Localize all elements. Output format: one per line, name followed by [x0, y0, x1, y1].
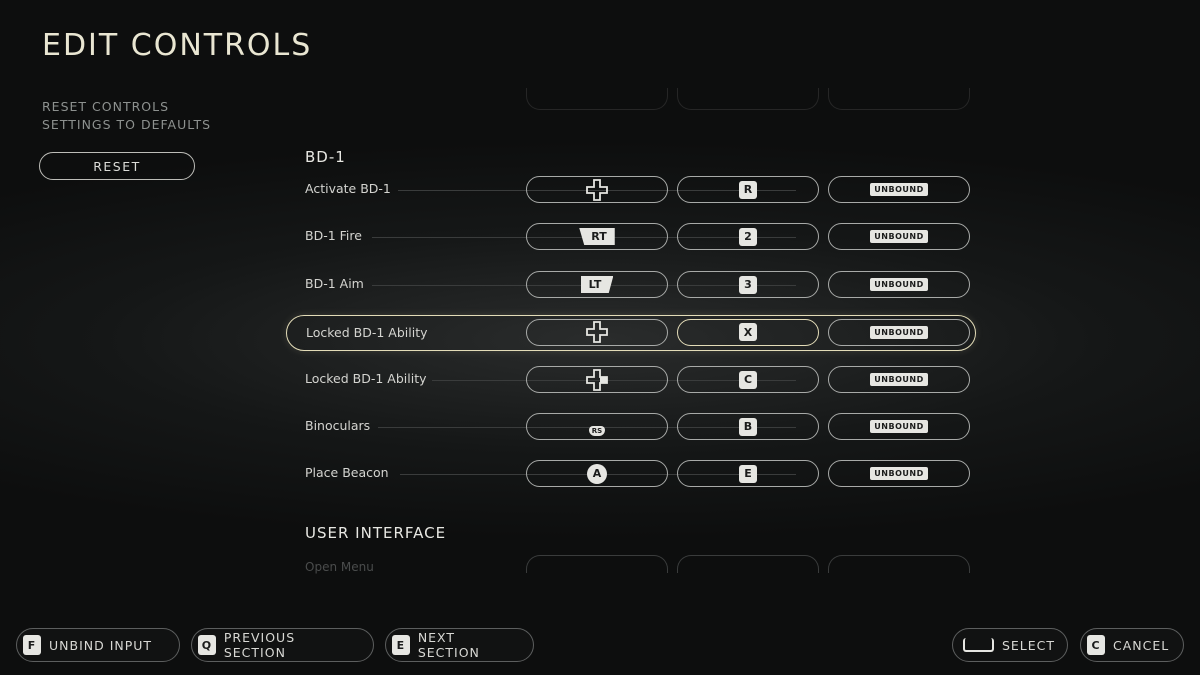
- dpad-icon: [586, 368, 608, 391]
- binding-row-locked-bd1-ability-selected[interactable]: Locked BD-1 Ability X UNBOUND: [286, 315, 976, 351]
- controls-list: BD-1 Activate BD-1 R UNBOUND BD-1 Fire R…: [0, 0, 1200, 600]
- binding-label: BD-1 Aim: [305, 276, 364, 291]
- controller-binding-slot[interactable]: [526, 176, 668, 203]
- unbind-input-button[interactable]: F UNBIND INPUT: [16, 628, 180, 662]
- binding-row-binoculars[interactable]: Binoculars RS B UNBOUND: [286, 409, 976, 445]
- binding-row-bd1-fire[interactable]: BD-1 Fire RT 2 UNBOUND: [286, 219, 976, 255]
- unbound-badge: UNBOUND: [870, 325, 928, 339]
- controller-binding-slot[interactable]: [526, 366, 668, 393]
- binding-row-activate-bd1[interactable]: Activate BD-1 R UNBOUND: [286, 172, 976, 208]
- key-f-icon: F: [23, 635, 41, 655]
- section-title-user-interface: USER INTERFACE: [305, 524, 447, 542]
- alt-binding-slot[interactable]: UNBOUND: [828, 271, 970, 298]
- faded-pill: [526, 88, 668, 110]
- controller-binding-slot[interactable]: LT: [526, 271, 668, 298]
- keyboard-binding-slot[interactable]: B: [677, 413, 819, 440]
- space-bar-icon: [963, 638, 994, 652]
- binding-label: Locked BD-1 Ability: [306, 325, 428, 340]
- key-badge: C: [739, 370, 757, 389]
- binding-label: Activate BD-1: [305, 181, 391, 196]
- faded-row-above: [526, 88, 972, 110]
- controller-binding-slot[interactable]: A: [526, 460, 668, 487]
- alt-binding-slot[interactable]: UNBOUND: [828, 318, 970, 346]
- alt-binding-slot[interactable]: UNBOUND: [828, 460, 970, 487]
- unbound-badge: UNBOUND: [870, 373, 928, 386]
- keyboard-binding-slot[interactable]: C: [677, 366, 819, 393]
- right-trigger-icon: RT: [579, 228, 615, 245]
- binding-label-faded: Open Menu: [305, 560, 374, 574]
- hint-label: NEXT SECTION: [417, 630, 480, 660]
- key-badge: B: [739, 417, 757, 436]
- binding-row-place-beacon[interactable]: Place Beacon A E UNBOUND: [286, 456, 976, 492]
- keyboard-binding-slot[interactable]: E: [677, 460, 819, 487]
- hint-label: CANCEL: [1113, 637, 1170, 653]
- dpad-icon: [586, 178, 608, 201]
- dpad-icon: [586, 321, 608, 343]
- keyboard-binding-slot[interactable]: 2: [677, 223, 819, 250]
- right-stick-label: RS: [588, 425, 606, 436]
- hint-label: SELECT: [1001, 637, 1055, 653]
- key-badge: 3: [739, 275, 757, 294]
- controller-binding-slot[interactable]: RT: [526, 223, 668, 250]
- binding-label: Locked BD-1 Ability: [305, 371, 427, 386]
- binding-label: Place Beacon: [305, 465, 389, 480]
- key-q-icon: Q: [198, 635, 216, 655]
- faded-pill: [677, 555, 819, 573]
- left-trigger-icon: LT: [580, 276, 614, 293]
- faded-pill: [828, 88, 970, 110]
- binding-row-bd1-aim[interactable]: BD-1 Aim LT 3 UNBOUND: [286, 267, 976, 303]
- next-section-button[interactable]: E NEXT SECTION: [385, 628, 534, 662]
- keyboard-binding-slot[interactable]: R: [677, 176, 819, 203]
- controller-binding-slot[interactable]: [526, 318, 668, 346]
- unbound-badge: UNBOUND: [870, 467, 928, 480]
- cancel-button[interactable]: C CANCEL: [1080, 628, 1184, 662]
- alt-binding-slot[interactable]: UNBOUND: [828, 413, 970, 440]
- right-stick-icon: RS: [586, 418, 608, 436]
- keyboard-binding-slot[interactable]: 3: [677, 271, 819, 298]
- faded-pill: [828, 555, 970, 573]
- previous-section-button[interactable]: Q PREVIOUS SECTION: [191, 628, 374, 662]
- key-e-icon: E: [392, 635, 410, 655]
- hint-label: UNBIND INPUT: [49, 637, 153, 653]
- unbound-badge: UNBOUND: [870, 183, 928, 196]
- key-badge: 2: [739, 227, 757, 246]
- unbound-badge: UNBOUND: [870, 420, 928, 433]
- key-badge: E: [739, 464, 757, 483]
- faded-pill: [526, 555, 668, 573]
- binding-label: Binoculars: [305, 418, 371, 433]
- key-badge: R: [739, 180, 757, 199]
- select-button[interactable]: SELECT: [952, 628, 1068, 662]
- bottom-hint-bar: F UNBIND INPUT Q PREVIOUS SECTION E NEXT…: [0, 628, 1200, 662]
- a-button-icon: A: [587, 463, 607, 484]
- alt-binding-slot[interactable]: UNBOUND: [828, 176, 970, 203]
- hint-label: PREVIOUS SECTION: [223, 630, 296, 660]
- binding-row-locked-bd1-ability[interactable]: Locked BD-1 Ability C UNBOUND: [286, 362, 976, 398]
- unbound-badge: UNBOUND: [870, 230, 928, 243]
- section-title-bd1: BD-1: [305, 148, 346, 166]
- keyboard-binding-slot[interactable]: X: [677, 318, 819, 346]
- alt-binding-slot[interactable]: UNBOUND: [828, 223, 970, 250]
- faded-pill: [677, 88, 819, 110]
- unbound-badge: UNBOUND: [870, 278, 928, 291]
- controller-binding-slot[interactable]: RS: [526, 413, 668, 440]
- alt-binding-slot[interactable]: UNBOUND: [828, 366, 970, 393]
- key-badge: X: [739, 323, 757, 341]
- binding-label: BD-1 Fire: [305, 228, 362, 243]
- key-c-icon: C: [1087, 635, 1105, 655]
